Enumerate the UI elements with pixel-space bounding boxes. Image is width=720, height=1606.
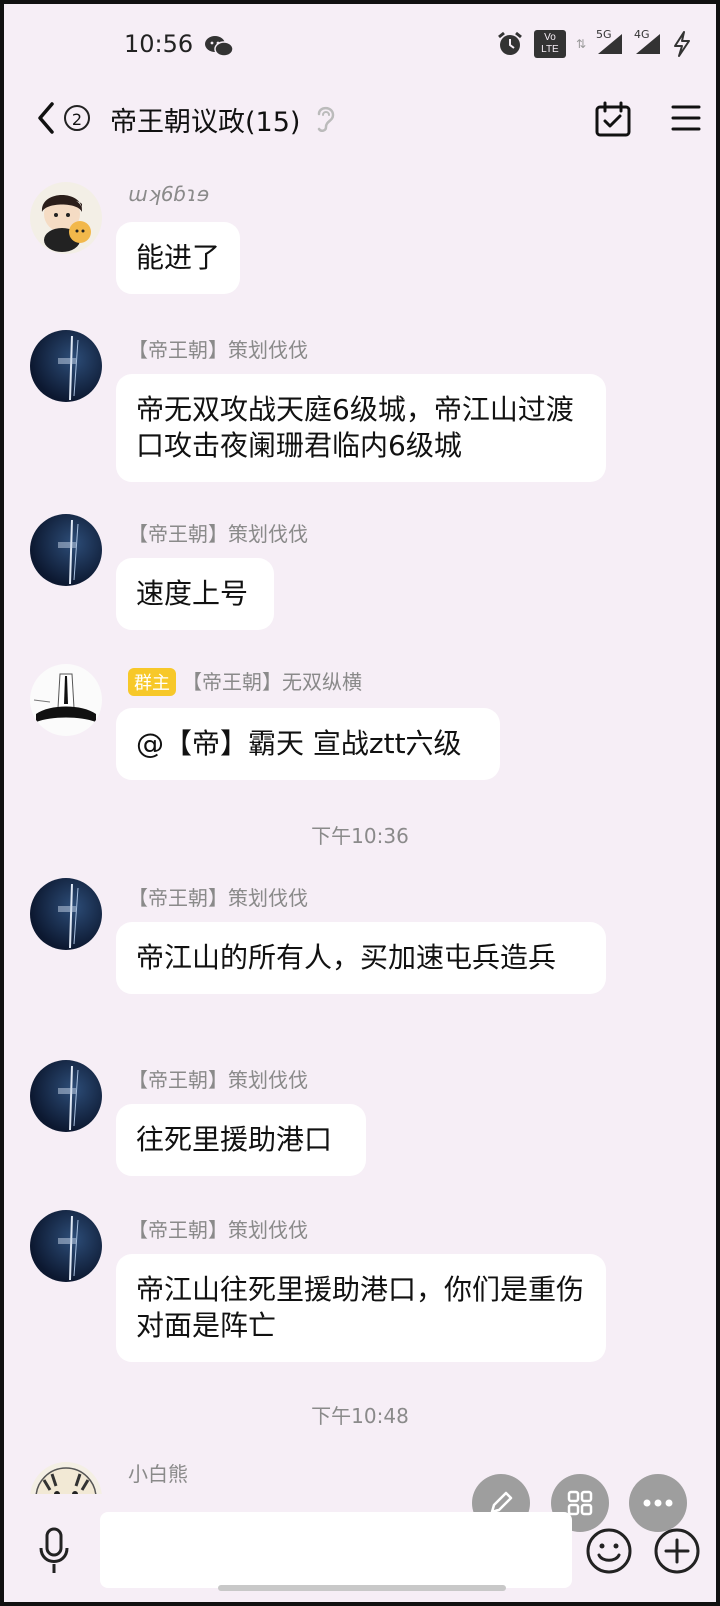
message-bubble[interactable]: 帝无双攻战天庭6级城，帝江山过渡口攻击夜阑珊君临内6级城 [116, 374, 606, 482]
unread-count-badge: 2 [64, 105, 90, 131]
message-item: 小白熊 [0, 1456, 720, 1494]
sender-name: 群主 【帝王朝】无双纵横 [128, 666, 362, 696]
sender-name: 【帝王朝】策划伐伐 [128, 522, 308, 546]
avatar[interactable] [30, 514, 102, 586]
message-bubble[interactable]: 帝江山的所有人，买加速屯兵造兵 [116, 922, 606, 994]
sender-name: 【帝王朝】策划伐伐 [128, 886, 308, 910]
message-bubble[interactable]: 帝江山往死里援助港口，你们是重伤对面是阵亡 [116, 1254, 606, 1362]
avatar[interactable] [30, 182, 102, 254]
chat-title[interactable]: 帝王朝议政(15) [110, 100, 300, 139]
message-bubble[interactable]: 速度上号 [116, 558, 274, 630]
timestamp: 下午10:36 [311, 824, 409, 848]
sender-name: 【帝王朝】策划伐伐 [128, 1218, 308, 1242]
message-input[interactable] [100, 1512, 572, 1588]
status-icons: Vo LTE ⇅ 5G 4G [496, 28, 692, 58]
signal-5g-icon: 5G [596, 28, 624, 56]
volte-icon: Vo LTE [533, 30, 566, 58]
avatar[interactable] [30, 664, 102, 736]
message-bubble[interactable]: 往死里援助港口 [116, 1104, 366, 1176]
ear-icon [317, 106, 335, 132]
avatar[interactable] [30, 878, 102, 950]
charging-icon [674, 31, 690, 57]
chat-header: 2 帝王朝议政(15) [0, 90, 720, 146]
home-indicator[interactable] [218, 1585, 506, 1591]
calendar-check-icon[interactable] [594, 100, 632, 138]
avatar[interactable] [30, 1060, 102, 1132]
status-bar: 10:56 Vo LTE ⇅ 5G 4G [0, 0, 720, 80]
avatar[interactable] [30, 1210, 102, 1282]
microphone-icon[interactable] [36, 1526, 72, 1576]
sender-name: 【帝王朝】策划伐伐 [128, 1068, 308, 1092]
alarm-icon [498, 31, 522, 55]
sender-name: 【帝王朝】策划伐伐 [128, 338, 308, 362]
sender-name: ɯʞ6ɓɿɘ [128, 182, 210, 206]
signal-4g-icon: 4G [634, 28, 662, 56]
menu-icon[interactable] [670, 102, 702, 134]
screen-frame [0, 0, 720, 1606]
status-time: 10:56 [124, 30, 194, 58]
back-icon[interactable] [34, 100, 58, 136]
message-bubble[interactable]: 能进了 [116, 222, 240, 294]
group-owner-tag: 群主 [128, 668, 176, 696]
wechat-notification-icon [205, 36, 234, 57]
data-arrows-icon: ⇅ [575, 37, 586, 51]
emoji-icon[interactable] [584, 1526, 634, 1576]
avatar[interactable] [30, 330, 102, 402]
sender-name: 小白熊 [128, 1462, 188, 1486]
timestamp: 下午10:48 [311, 1404, 409, 1428]
plus-icon[interactable] [652, 1526, 702, 1576]
message-bubble[interactable]: @【帝】霸天 宣战ztt六级 [116, 708, 500, 780]
